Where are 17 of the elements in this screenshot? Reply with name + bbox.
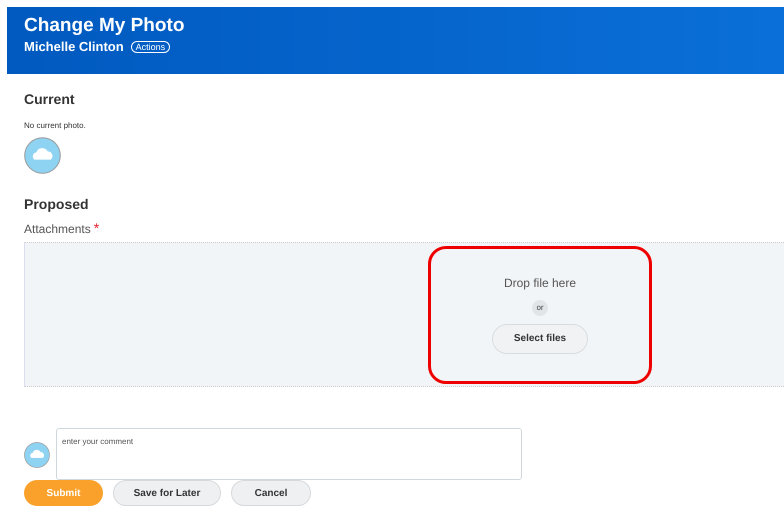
cloud-avatar-icon [24, 137, 61, 174]
action-button[interactable]: Save for Later [113, 480, 221, 506]
actions-button[interactable]: Actions [130, 40, 170, 52]
cloud-avatar-icon [24, 442, 50, 468]
or-separator: or [532, 300, 548, 316]
worker-name: Michelle Clinton [24, 39, 124, 54]
page-title: Change My Photo [24, 15, 184, 37]
field-label: Attachments [24, 222, 91, 236]
file-drop-zone[interactable]: Drop file here or Select files [24, 242, 784, 387]
required-icon: * [94, 222, 100, 234]
comment-field[interactable]: enter your comment [56, 428, 522, 480]
section-heading: Proposed [24, 196, 90, 212]
drop-prompt: Drop file here [504, 276, 576, 290]
select-files-button[interactable]: Select files [492, 324, 588, 354]
action-button[interactable]: Cancel [231, 480, 311, 506]
no-photo-note: No current photo. [24, 121, 86, 130]
section-heading: Current [24, 91, 76, 107]
